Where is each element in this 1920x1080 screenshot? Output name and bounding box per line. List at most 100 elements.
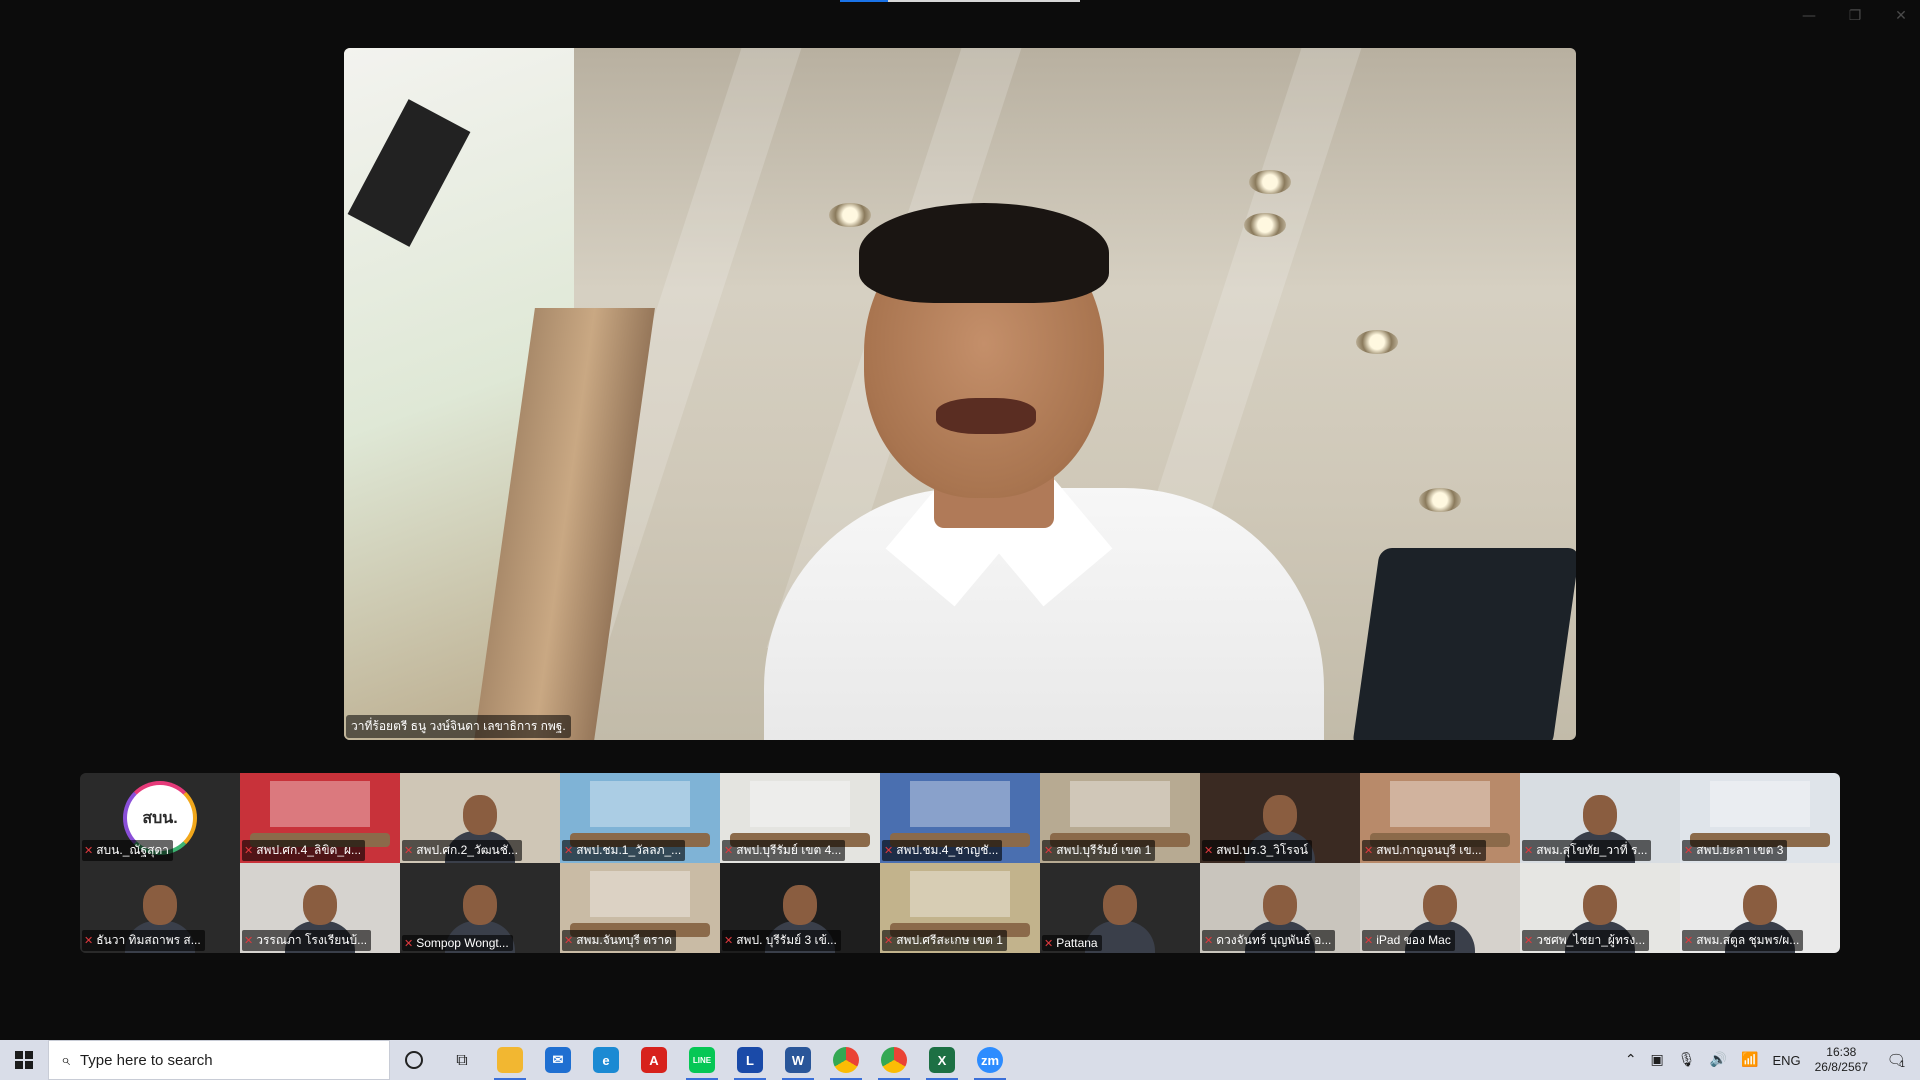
participant-face bbox=[303, 885, 337, 925]
participant-face bbox=[1263, 795, 1297, 835]
participant-name-label: ✕ สพม.จันทบุรี ตราด bbox=[562, 930, 677, 951]
taskbar-search-box[interactable]: ⌕ Type here to search bbox=[48, 1040, 390, 1080]
network-icon[interactable]: 📶 bbox=[1741, 1052, 1758, 1068]
participant-name-label: ✕ สพป.บุรีรัมย์ เขต 1 bbox=[1042, 840, 1156, 861]
taskbar-app-line[interactable]: LINE bbox=[678, 1040, 726, 1080]
participant-tile[interactable]: ✕ สพป.ชม.4_ชาญชั... bbox=[880, 773, 1040, 863]
participant-name-label: ✕ iPad ของ Mac bbox=[1362, 930, 1455, 951]
participant-tile[interactable]: ✕ สพป.ชม.1_วัลลภ_... bbox=[560, 773, 720, 863]
participant-tile[interactable]: ✕ สพป.ศรีสะเกษ เขต 1 bbox=[880, 863, 1040, 953]
taskbar-clock[interactable]: 16:38 26/8/2567 bbox=[1815, 1045, 1868, 1075]
muted-mic-icon: ✕ bbox=[884, 844, 894, 857]
participant-name: สบน._ณัฐสุดา bbox=[96, 843, 169, 857]
chrome-2-icon bbox=[881, 1047, 907, 1073]
meet-now-icon[interactable]: ▣ bbox=[1651, 1052, 1664, 1068]
meeting-room-screen bbox=[910, 781, 1010, 827]
word-icon: W bbox=[785, 1047, 811, 1073]
taskbar-app-lms[interactable]: L bbox=[726, 1040, 774, 1080]
participant-tile[interactable]: ✕ ธันวา ทิมสถาพร ส... bbox=[80, 863, 240, 953]
taskbar-app-word[interactable]: W bbox=[774, 1040, 822, 1080]
task-view-button[interactable]: ⧉ bbox=[438, 1040, 486, 1080]
speaker-mouth bbox=[936, 398, 1036, 434]
video-ceiling-lamp bbox=[1419, 488, 1461, 512]
taskbar-app-chrome-2[interactable] bbox=[870, 1040, 918, 1080]
participant-tile[interactable]: ✕ Sompop Wongt... bbox=[400, 863, 560, 953]
taskbar-app-chrome[interactable] bbox=[822, 1040, 870, 1080]
participant-tile[interactable]: ✕ สพม.สตูล ชุมพร/ผ... bbox=[1680, 863, 1840, 953]
participant-tile[interactable]: ✕ สพป. บุรีรัมย์ 3 เข้... bbox=[720, 863, 880, 953]
chrome-icon bbox=[833, 1047, 859, 1073]
participant-tile[interactable]: ✕ สพม.สุโขทัย_วาที่ ร... bbox=[1520, 773, 1680, 863]
muted-mic-icon: ✕ bbox=[1684, 844, 1694, 857]
participant-tile[interactable]: ✕ สพป.กาญจนบุรี เข... bbox=[1360, 773, 1520, 863]
participant-name: สพป.บร.3_วิโรจน์ bbox=[1216, 843, 1309, 857]
muted-mic-icon: ✕ bbox=[884, 934, 894, 947]
participant-name-label: ✕ สบน._ณัฐสุดา bbox=[82, 840, 173, 861]
participant-name-label: ✕ Sompop Wongt... bbox=[402, 935, 513, 951]
meeting-room-screen bbox=[270, 781, 370, 827]
muted-mic-icon: ✕ bbox=[1684, 934, 1694, 947]
search-icon: ⌕ bbox=[61, 1050, 70, 1069]
participant-name: Sompop Wongt... bbox=[416, 936, 509, 950]
participant-tile[interactable]: ✕ สพม.จันทบุรี ตราด bbox=[560, 863, 720, 953]
participant-tile[interactable]: ✕ Pattana bbox=[1040, 863, 1200, 953]
participant-tile[interactable]: ✕ สพป.บุรีรัมย์ เขต 1 bbox=[1040, 773, 1200, 863]
participant-name-label: ✕ สพป.ศก.2_วัฒนชั... bbox=[402, 840, 522, 861]
participant-face bbox=[1263, 885, 1297, 925]
volume-icon[interactable]: 🔊 bbox=[1710, 1052, 1727, 1068]
meeting-room-screen bbox=[590, 781, 690, 827]
participant-name: สพป.ศก.4_ลิขิต_ผ... bbox=[256, 843, 362, 857]
muted-mic-icon: ✕ bbox=[724, 844, 734, 857]
participant-face bbox=[1583, 885, 1617, 925]
video-ceiling-lamp bbox=[1244, 213, 1286, 237]
taskbar-app-zoom[interactable]: zm bbox=[966, 1040, 1014, 1080]
active-speaker-video[interactable]: วาที่ร้อยตรี ธนู วงษ์จินดา เลขาธิการ กพฐ… bbox=[344, 48, 1576, 740]
participant-tile[interactable]: ✕ วรรณภา โรงเรียนบ้... bbox=[240, 863, 400, 953]
participant-name: วชศพ_ไชยา_ผู้ทรง... bbox=[1536, 933, 1646, 947]
muted-mic-icon: ✕ bbox=[1044, 936, 1054, 950]
input-language[interactable]: ENG bbox=[1772, 1053, 1800, 1068]
participant-name: สพม.สตูล ชุมพร/ผ... bbox=[1696, 933, 1800, 947]
participant-tile[interactable]: ✕ iPad ของ Mac bbox=[1360, 863, 1520, 953]
participant-name-label: ✕ วชศพ_ไชยา_ผู้ทรง... bbox=[1522, 930, 1650, 951]
windows-logo-icon bbox=[15, 1051, 33, 1069]
show-hidden-icons-icon[interactable]: ⌃ bbox=[1625, 1052, 1637, 1068]
participant-face bbox=[143, 885, 177, 925]
muted-mic-icon: ✕ bbox=[1204, 934, 1214, 947]
notification-center-button[interactable]: 🗨 1 bbox=[1882, 1046, 1910, 1074]
taskbar-app-mail[interactable]: ✉ bbox=[534, 1040, 582, 1080]
participant-tile[interactable]: ✕ ดวงจันทร์ บุญพันธ์ อ... bbox=[1200, 863, 1360, 953]
participant-tile[interactable]: ✕ สพป.ศก.2_วัฒนชั... bbox=[400, 773, 560, 863]
meeting-room-screen bbox=[910, 871, 1010, 917]
participant-tile[interactable]: ✕ สพป.ยะลา เขต 3 bbox=[1680, 773, 1840, 863]
participant-tile[interactable]: สบน. ✕ สบน._ณัฐสุดา bbox=[80, 773, 240, 863]
taskbar-app-excel[interactable]: X bbox=[918, 1040, 966, 1080]
participant-tile[interactable]: ✕ สพป.ศก.4_ลิขิต_ผ... bbox=[240, 773, 400, 863]
notification-count: 1 bbox=[1899, 1060, 1906, 1070]
speaker-name-label: วาที่ร้อยตรี ธนู วงษ์จินดา เลขาธิการ กพฐ… bbox=[346, 715, 571, 738]
microphone-icon[interactable]: 🎙 bbox=[1678, 1052, 1696, 1068]
start-button[interactable] bbox=[0, 1040, 48, 1080]
clock-time: 16:38 bbox=[1826, 1045, 1857, 1059]
participant-name: สพป.ศก.2_วัฒนชั... bbox=[416, 843, 518, 857]
muted-mic-icon: ✕ bbox=[1044, 844, 1054, 857]
participant-tile[interactable]: ✕ วชศพ_ไชยา_ผู้ทรง... bbox=[1520, 863, 1680, 953]
restore-icon[interactable]: ❐ bbox=[1846, 8, 1864, 24]
close-icon[interactable]: ✕ bbox=[1892, 8, 1910, 24]
participant-tile[interactable]: ✕ สพป.บร.3_วิโรจน์ bbox=[1200, 773, 1360, 863]
file-explorer-icon bbox=[497, 1047, 523, 1073]
muted-mic-icon: ✕ bbox=[1204, 844, 1214, 857]
participant-name: สพป.ยะลา เขต 3 bbox=[1696, 843, 1784, 857]
taskbar-app-edge[interactable]: e bbox=[582, 1040, 630, 1080]
taskbar-app-acrobat[interactable]: A bbox=[630, 1040, 678, 1080]
minimize-icon[interactable]: — bbox=[1800, 8, 1818, 24]
participant-name-label: ✕ ดวงจันทร์ บุญพันธ์ อ... bbox=[1202, 930, 1336, 951]
participant-tile[interactable]: ✕ สพป.บุรีรัมย์ เขต 4... bbox=[720, 773, 880, 863]
video-ceiling-lamp bbox=[829, 203, 871, 227]
participant-face bbox=[463, 885, 497, 925]
taskbar-app-file-explorer[interactable] bbox=[486, 1040, 534, 1080]
cortana-button[interactable] bbox=[390, 1040, 438, 1080]
participant-face bbox=[1583, 795, 1617, 835]
participant-name: สพม.จันทบุรี ตราด bbox=[576, 933, 673, 947]
acrobat-icon: A bbox=[641, 1047, 667, 1073]
